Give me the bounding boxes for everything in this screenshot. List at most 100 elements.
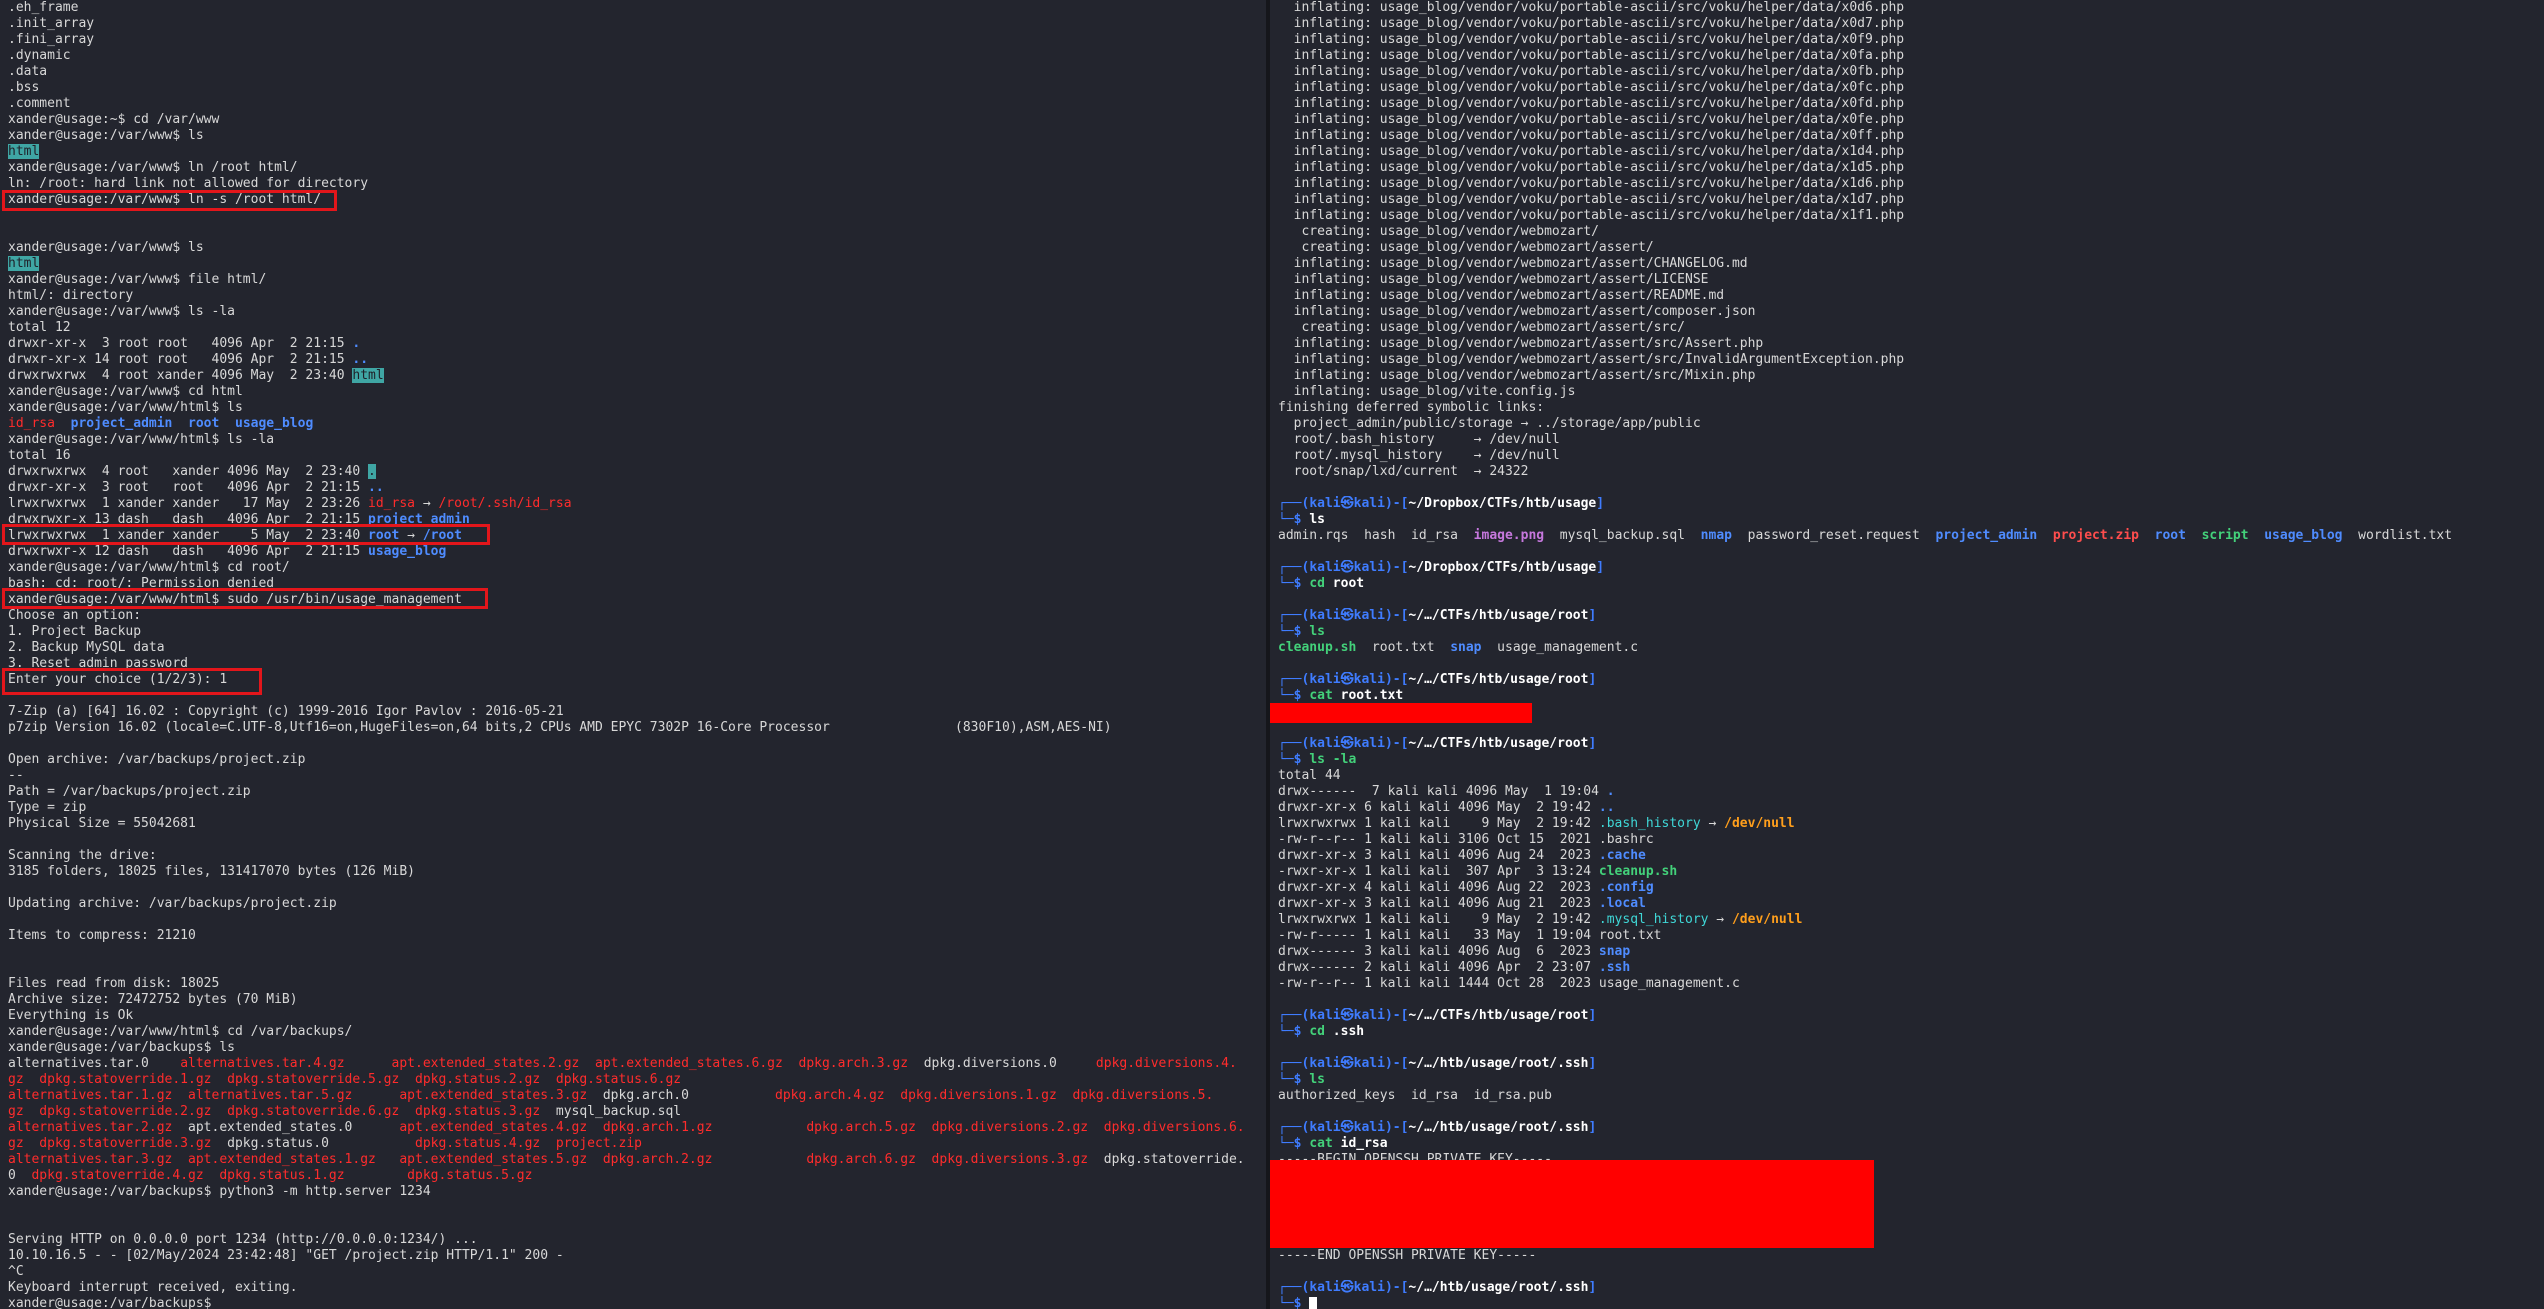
terminal-text: . [1606, 784, 1615, 799]
terminal-text: total 16 [8, 448, 71, 463]
terminal-line: id_rsa project_admin root usage_blog [8, 416, 1266, 432]
terminal-text: project.zip [2052, 528, 2139, 543]
terminal-line: inflating: usage_blog/vendor/webmozart/a… [1278, 336, 2544, 352]
terminal-line: root/snap/lxd/current → 24322 [1278, 464, 2544, 480]
terminal-text: Choose an option: [8, 608, 142, 623]
terminal-text: Everything is Ok [8, 1008, 134, 1023]
terminal-text: $ [1293, 752, 1310, 767]
terminal-line: ┌──(kali㉿kali)-[~/…/CTFs/htb/usage/root] [1278, 1008, 2544, 1024]
terminal-text: )-[ [1384, 1120, 1409, 1135]
terminal-text: xander@usage:/var/www/html$ cd /var/back… [8, 1024, 353, 1039]
terminal-text: drwxrwxrwx 4 root xander 4096 May 2 23:4… [8, 464, 369, 479]
terminal-text: root.txt [1356, 640, 1451, 655]
terminal-text: ~/Dropbox/CTFs/htb/usage [1408, 560, 1597, 575]
terminal-text: xander@usage:/var/www$ ls -la [8, 304, 235, 319]
terminal-text: 10.10.16.5 - - [02/May/2024 23:42:48] "G… [8, 1248, 564, 1263]
terminal-line: inflating: usage_blog/vendor/webmozart/a… [1278, 256, 2544, 272]
terminal-text: inflating: usage_blog/vendor/voku/portab… [1278, 48, 1905, 63]
terminal-text: admin.rqs hash id_rsa [1278, 528, 1474, 543]
terminal-line: Items to compress: 21210 [8, 928, 1266, 944]
terminal-text: ~/Dropbox/CTFs/htb/usage [1408, 496, 1597, 511]
terminal-text: Path = /var/backups/project.zip [8, 784, 251, 799]
highlight-box-choice [2, 668, 262, 695]
terminal-text: drwxr-xr-x 6 kali kali 4096 May 2 19:42 [1278, 800, 1599, 815]
terminal-line: drwxr-xr-x 6 kali kali 4096 May 2 19:42 … [1278, 800, 2544, 816]
terminal-line: ┌──(kali㉿kali)-[~/…/CTFs/htb/usage/root] [1278, 608, 2544, 624]
right-terminal-pane[interactable]: inflating: usage_blog/vendor/voku/portab… [1270, 0, 2544, 1309]
terminal-text: .. [352, 352, 369, 367]
terminal-text: root [188, 416, 220, 431]
terminal-text: ~/…/CTFs/htb/usage/root [1408, 736, 1589, 751]
terminal-line: .data [8, 64, 1266, 80]
terminal-text: -rw-r--r-- 1 kali kali 3106 Oct 15 2021 … [1278, 832, 1654, 847]
terminal-text: ┌──( [1278, 608, 1310, 623]
terminal-text: ] [1588, 1280, 1597, 1295]
terminal-line: inflating: usage_blog/vendor/voku/portab… [1278, 192, 2544, 208]
terminal-text: Files read from disk: 18025 [8, 976, 220, 991]
terminal-line: alternatives.tar.0 alternatives.tar.4.gz… [8, 1056, 1266, 1072]
terminal-line: xander@usage:/var/www$ cd html [8, 384, 1266, 400]
terminal-text: inflating: usage_blog/vite.config.js [1278, 384, 1576, 399]
terminal-line: Scanning the drive: [8, 848, 1266, 864]
terminal-text: id_rsa [8, 416, 55, 431]
terminal-line: drwx------ 3 kali kali 4096 Aug 6 2023 s… [1278, 944, 2544, 960]
terminal-text: inflating: usage_blog/vendor/webmozart/a… [1278, 304, 1756, 319]
terminal-line: ┌──(kali㉿kali)-[~/…/htb/usage/root/.ssh] [1278, 1056, 2544, 1072]
terminal-text: dpkg.statoverride.4.gz dpkg.status.1.gz … [31, 1168, 533, 1183]
terminal-text: kali㉿kali [1309, 560, 1385, 575]
terminal-line: inflating: usage_blog/vendor/voku/portab… [1278, 16, 2544, 32]
terminal-text: cd [1309, 576, 1333, 591]
terminal-line: inflating: usage_blog/vendor/voku/portab… [1278, 32, 2544, 48]
terminal-text: ~/…/CTFs/htb/usage/root [1408, 1008, 1589, 1023]
terminal-line: └─$ [1278, 1296, 2544, 1309]
terminal-text: inflating: usage_blog/vendor/voku/portab… [1278, 64, 1905, 79]
terminal-text: nmap [1700, 528, 1732, 543]
terminal-line: └─$ cd .ssh [1278, 1024, 2544, 1040]
terminal-text: total 12 [8, 320, 71, 335]
terminal-text: script [2201, 528, 2249, 543]
terminal-text: .bss [8, 80, 40, 95]
terminal-line: 10.10.16.5 - - [02/May/2024 23:42:48] "G… [8, 1248, 1266, 1264]
terminal-line: 2. Backup MySQL data [8, 640, 1266, 656]
terminal-line: xander@usage:/var/www$ ls [8, 128, 1266, 144]
terminal-line: .eh_frame [8, 0, 1266, 16]
terminal-text: ┌──( [1278, 736, 1310, 751]
terminal-line: └─$ cat root.txt [1278, 688, 2544, 704]
terminal-text: html [8, 144, 40, 159]
terminal-text: kali㉿kali [1309, 1056, 1385, 1071]
terminal-text: drwxr-xr-x 3 root root 4096 Apr 2 21:15 [8, 336, 353, 351]
terminal-text: )-[ [1384, 1056, 1409, 1071]
terminal-text: inflating: usage_blog/vendor/voku/portab… [1278, 16, 1905, 31]
terminal-text: xander@usage:/var/www/html$ ls [8, 400, 243, 415]
terminal-text: inflating: usage_blog/vendor/voku/portab… [1278, 96, 1905, 111]
terminal-text: ] [1596, 496, 1605, 511]
terminal-text: gz dpkg.statoverride.2.gz dpkg.statoverr… [8, 1104, 541, 1119]
terminal-text: mysql_backup.sql [1544, 528, 1701, 543]
terminal-line: drwx------ 2 kali kali 4096 Apr 2 23:07 … [1278, 960, 2544, 976]
terminal-text: inflating: usage_blog/vendor/voku/portab… [1278, 160, 1905, 175]
terminal-line: finishing deferred symbolic links: [1278, 400, 2544, 416]
terminal-line: └─$ cd root [1278, 576, 2544, 592]
terminal-text: Open archive: /var/backups/project.zip [8, 752, 306, 767]
highlight-box-sudo-command [2, 588, 488, 609]
terminal-text: ~/…/htb/usage/root/.ssh [1408, 1280, 1589, 1295]
left-terminal-pane[interactable]: .eh_frame .init_array .fini_array .dynamic.… [0, 0, 1266, 1309]
terminal-text: )-[ [1384, 560, 1409, 575]
terminal-text: drwxr-xr-x 3 kali kali 4096 Aug 21 2023 [1278, 896, 1599, 911]
terminal-text: ^C [8, 1264, 24, 1279]
terminal-text: snap [1598, 944, 1631, 959]
terminal-line: ┌──(kali㉿kali)-[~/…/CTFs/htb/usage/root] [1278, 672, 2544, 688]
terminal-text: .. [1598, 800, 1615, 815]
terminal-text: $ [1293, 1024, 1310, 1039]
terminal-text: cat [1309, 688, 1341, 703]
terminal-text: . [368, 464, 376, 479]
terminal-line: .init_array [8, 16, 1266, 32]
terminal-line: root/.mysql_history → /dev/null [1278, 448, 2544, 464]
